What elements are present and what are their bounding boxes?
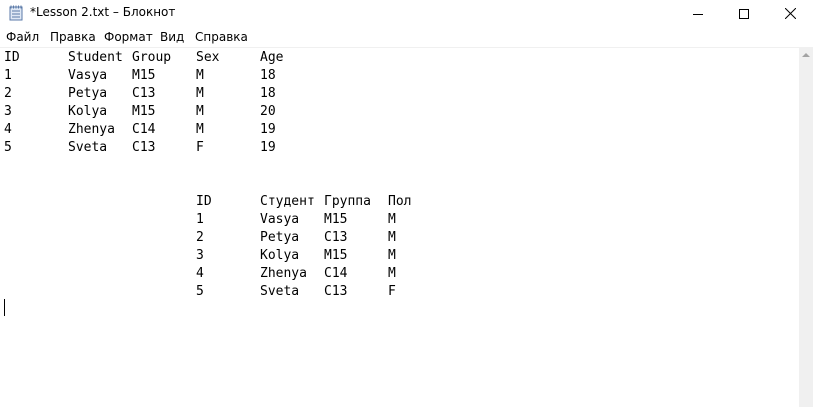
table1-cell: 18 xyxy=(260,86,276,101)
notepad-icon xyxy=(9,5,23,21)
table1-cell: Zhenya xyxy=(68,122,115,137)
table1-cell: M xyxy=(196,122,204,137)
maximize-button[interactable] xyxy=(721,0,767,27)
table1-cell: C14 xyxy=(132,122,156,137)
table1-cell: 19 xyxy=(260,140,276,155)
table1-header-group: Group xyxy=(132,50,172,65)
minimize-button[interactable] xyxy=(675,0,721,27)
close-button[interactable] xyxy=(767,0,813,27)
table1-header-age: Age xyxy=(260,50,284,65)
table1-cell: M xyxy=(196,86,204,101)
table1-cell: 1 xyxy=(4,68,12,83)
menu-help[interactable]: Справка xyxy=(195,30,248,44)
table2-cell: Kolya xyxy=(260,248,300,263)
text-caret xyxy=(4,299,5,316)
table1-cell: M15 xyxy=(132,68,156,83)
table2-cell: M xyxy=(388,230,396,245)
table2-cell: M15 xyxy=(324,212,348,227)
table1-cell: M15 xyxy=(132,104,156,119)
table1-header-student: Student xyxy=(68,50,123,65)
table2-header-id: ID xyxy=(196,194,212,209)
table1-cell: 18 xyxy=(260,68,276,83)
table2-cell: M xyxy=(388,266,396,281)
table2-cell: Sveta xyxy=(260,284,300,299)
table1-cell: F xyxy=(196,140,204,155)
table1-cell: 3 xyxy=(4,104,12,119)
scroll-up-arrow-icon[interactable] xyxy=(802,53,810,57)
table1-cell: C13 xyxy=(132,86,156,101)
minimize-icon xyxy=(693,13,703,15)
table2-cell: 2 xyxy=(196,230,204,245)
table2-header-sex: Пол xyxy=(388,194,412,209)
table2-cell: F xyxy=(388,284,396,299)
title-bar[interactable]: *Lesson 2.txt – Блокнот xyxy=(0,0,813,27)
table1-cell: 20 xyxy=(260,104,276,119)
table1-cell: Vasya xyxy=(68,68,108,83)
table1-header-sex: Sex xyxy=(196,50,220,65)
maximize-icon xyxy=(739,8,749,19)
table2-cell: M xyxy=(388,248,396,263)
menu-file[interactable]: Файл xyxy=(6,30,39,44)
table2-cell: 3 xyxy=(196,248,204,263)
table2-cell: C13 xyxy=(324,230,348,245)
table1-cell: M xyxy=(196,104,204,119)
table1-cell: 4 xyxy=(4,122,12,137)
table1-header-id: ID xyxy=(4,50,20,65)
menu-format[interactable]: Формат xyxy=(104,30,153,44)
table2-cell: M xyxy=(388,212,396,227)
table2-cell: 5 xyxy=(196,284,204,299)
table2-cell: Vasya xyxy=(260,212,300,227)
vertical-scrollbar[interactable] xyxy=(799,48,813,407)
table2-cell: M15 xyxy=(324,248,348,263)
table2-header-group: Группа xyxy=(324,194,371,209)
table1-cell: Petya xyxy=(68,86,108,101)
table2-cell: C14 xyxy=(324,266,348,281)
table2-cell: Petya xyxy=(260,230,300,245)
table1-cell: Kolya xyxy=(68,104,108,119)
window-title: *Lesson 2.txt – Блокнот xyxy=(30,5,176,19)
table1-cell: 19 xyxy=(260,122,276,137)
table2-cell: C13 xyxy=(324,284,348,299)
table2-header-student: Студент xyxy=(260,194,315,209)
table1-cell: 5 xyxy=(4,140,12,155)
table2-cell: Zhenya xyxy=(260,266,307,281)
table2-cell: 4 xyxy=(196,266,204,281)
table1-cell: Sveta xyxy=(68,140,108,155)
table1-cell: 2 xyxy=(4,86,12,101)
close-icon xyxy=(784,8,796,19)
table1-cell: M xyxy=(196,68,204,83)
table2-cell: 1 xyxy=(196,212,204,227)
menu-edit[interactable]: Правка xyxy=(50,30,96,44)
table1-cell: C13 xyxy=(132,140,156,155)
text-editor[interactable]: ID Student Group Sex Age 1 Vasya M15 M 1… xyxy=(0,48,799,407)
menu-bar: Файл Правка Формат Вид Справка xyxy=(0,29,813,47)
menu-view[interactable]: Вид xyxy=(160,30,184,44)
